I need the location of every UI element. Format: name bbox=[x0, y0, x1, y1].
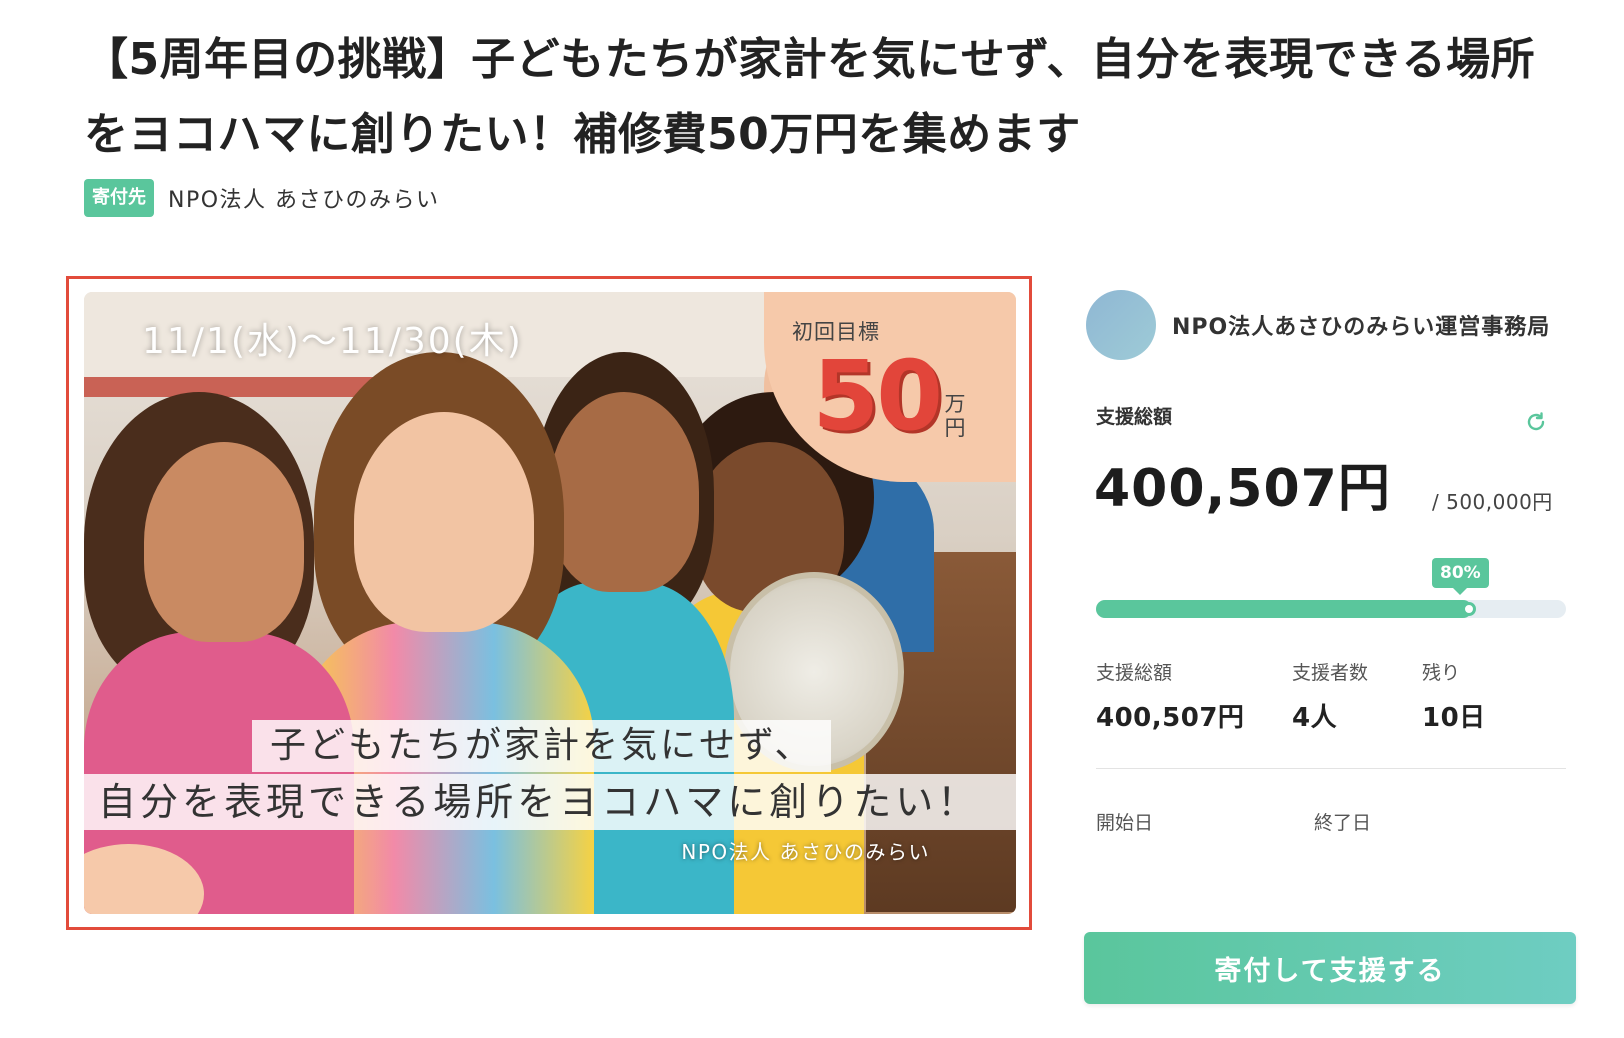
progress-bar-fill bbox=[1096, 600, 1472, 618]
divider bbox=[1096, 768, 1566, 769]
avatar[interactable] bbox=[1086, 290, 1156, 360]
start-date-label: 開始日 bbox=[1096, 812, 1154, 834]
stat-remaining: 残り 10日 bbox=[1422, 658, 1486, 734]
hero-date-range: 11/1(水)〜11/30(木) bbox=[142, 321, 523, 362]
progress-percent-badge: 80% bbox=[1432, 558, 1489, 595]
child-3-face bbox=[549, 392, 699, 592]
child-2-face bbox=[354, 412, 534, 632]
total-label: 支援総額 bbox=[1096, 406, 1173, 428]
stat-remaining-value: 10日 bbox=[1422, 703, 1486, 733]
stat-supporters-value: 4人 bbox=[1292, 703, 1338, 733]
hero-org-name: NPO法人 あさひのみらい bbox=[681, 840, 930, 864]
hero-image[interactable]: 11/1(水)〜11/30(木) 初回目標 50 万円 子どもたちが家計を気にせ… bbox=[84, 292, 1016, 914]
stat-remaining-label: 残り bbox=[1422, 662, 1461, 684]
goal-amount: / 500,000円 bbox=[1432, 490, 1553, 514]
stat-total-label: 支援総額 bbox=[1096, 662, 1173, 684]
recipient-badge: 寄付先 bbox=[84, 179, 154, 217]
progress-bar bbox=[1096, 600, 1566, 618]
end-date-label: 終了日 bbox=[1314, 812, 1372, 834]
hero-goal-number: 50 bbox=[812, 340, 943, 452]
stat-total: 支援総額 400,507円 bbox=[1096, 658, 1244, 734]
stat-supporters: 支援者数 4人 bbox=[1292, 658, 1368, 734]
recipient-row: 寄付先 NPO法人 あさひのみらい bbox=[84, 179, 440, 217]
total-amount: 400,507円 bbox=[1094, 459, 1391, 519]
page-title: 【5周年目の挑戦】子どもたちが家計を気にせず、自分を表現できる場所をヨコハマに創… bbox=[84, 34, 1536, 160]
hero-tagline-2: 自分を表現できる場所をヨコハマに創りたい！ bbox=[84, 774, 1016, 830]
progress-bar-knob bbox=[1462, 602, 1476, 616]
donate-button[interactable]: 寄付して支援する bbox=[1084, 932, 1576, 1004]
hero-image-highlight: 11/1(水)〜11/30(木) 初回目標 50 万円 子どもたちが家計を気にせ… bbox=[66, 276, 1032, 930]
stat-supporters-label: 支援者数 bbox=[1292, 662, 1369, 684]
refresh-icon[interactable] bbox=[1524, 410, 1548, 434]
project-owner[interactable]: NPO法人あさひのみらい運営事務局 bbox=[1086, 290, 1550, 360]
recipient-org-link[interactable]: NPO法人 あさひのみらい bbox=[168, 182, 440, 214]
hero-tagline-1: 子どもたちが家計を気にせず、 bbox=[252, 720, 832, 772]
hero-goal-unit: 万円 bbox=[944, 392, 966, 440]
stat-total-value: 400,507円 bbox=[1096, 703, 1245, 733]
child-1-face bbox=[144, 442, 304, 642]
owner-name[interactable]: NPO法人あさひのみらい運営事務局 bbox=[1172, 309, 1550, 341]
